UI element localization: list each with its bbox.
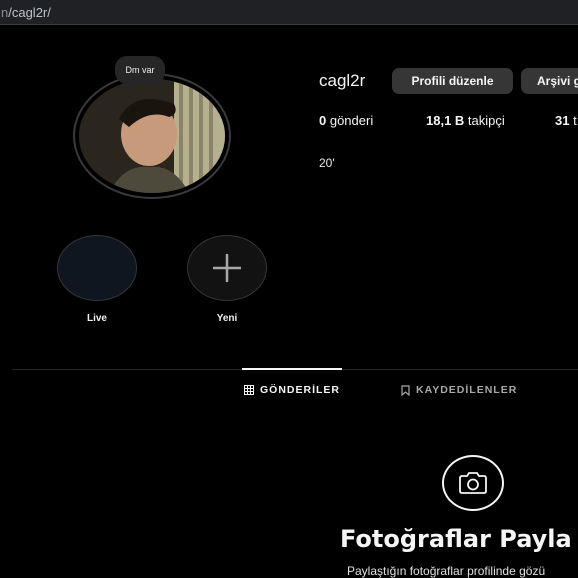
url-path: /cagl2r/	[8, 4, 51, 20]
tab-saved[interactable]: KAYDEDİLENLER	[401, 384, 517, 396]
bookmark-icon	[401, 384, 410, 396]
avatar[interactable]	[79, 79, 225, 193]
following-label: t	[569, 113, 577, 128]
new-highlight-button[interactable]: Yeni	[185, 235, 269, 324]
camera-icon-circle[interactable]	[442, 455, 504, 511]
new-highlight-circle	[187, 235, 267, 301]
view-archive-button[interactable]: Arşivi g	[521, 68, 578, 94]
active-tab-indicator	[242, 368, 342, 370]
highlight-live[interactable]: Live	[55, 235, 139, 324]
empty-state-subtitle: Paylaştığın fotoğraflar profilinde gözü	[347, 564, 546, 578]
stat-followers[interactable]: 18,1 B takipçi	[426, 113, 505, 128]
tab-saved-label: KAYDEDİLENLER	[416, 384, 518, 396]
note-bubble[interactable]: Dm var	[115, 56, 165, 84]
camera-icon	[459, 472, 487, 494]
posts-label: gönderi	[326, 113, 374, 128]
followers-label: takipçi	[464, 113, 505, 128]
edit-profile-button[interactable]: Profili düzenle	[392, 68, 513, 94]
browser-address-bar[interactable]: n/cagl2r/	[0, 0, 578, 25]
instagram-profile-page: n/cagl2r/ Dm var cagl2r Profili düzenle …	[0, 0, 578, 578]
following-count: 31	[555, 113, 570, 128]
stat-following[interactable]: 31 t	[555, 113, 577, 128]
plus-icon	[213, 254, 241, 282]
empty-state-title: Fotoğraflar Payla	[340, 525, 572, 553]
tab-posts-label: GÖNDERİLER	[260, 384, 341, 396]
avatar-photo	[79, 79, 225, 193]
profile-bio: 20'	[319, 156, 335, 170]
stat-posts: 0 gönderi	[319, 113, 373, 128]
grid-icon	[244, 385, 254, 395]
highlight-label: Yeni	[216, 313, 238, 324]
highlight-label: Live	[86, 313, 107, 324]
highlight-cover	[57, 235, 137, 301]
note-text: Dm var	[125, 65, 155, 75]
note-tail	[124, 83, 131, 90]
tab-posts[interactable]: GÖNDERİLER	[244, 384, 340, 396]
followers-count: 18,1 B	[426, 113, 465, 128]
username: cagl2r	[319, 71, 366, 90]
url-text[interactable]: n/cagl2r/	[1, 5, 51, 20]
